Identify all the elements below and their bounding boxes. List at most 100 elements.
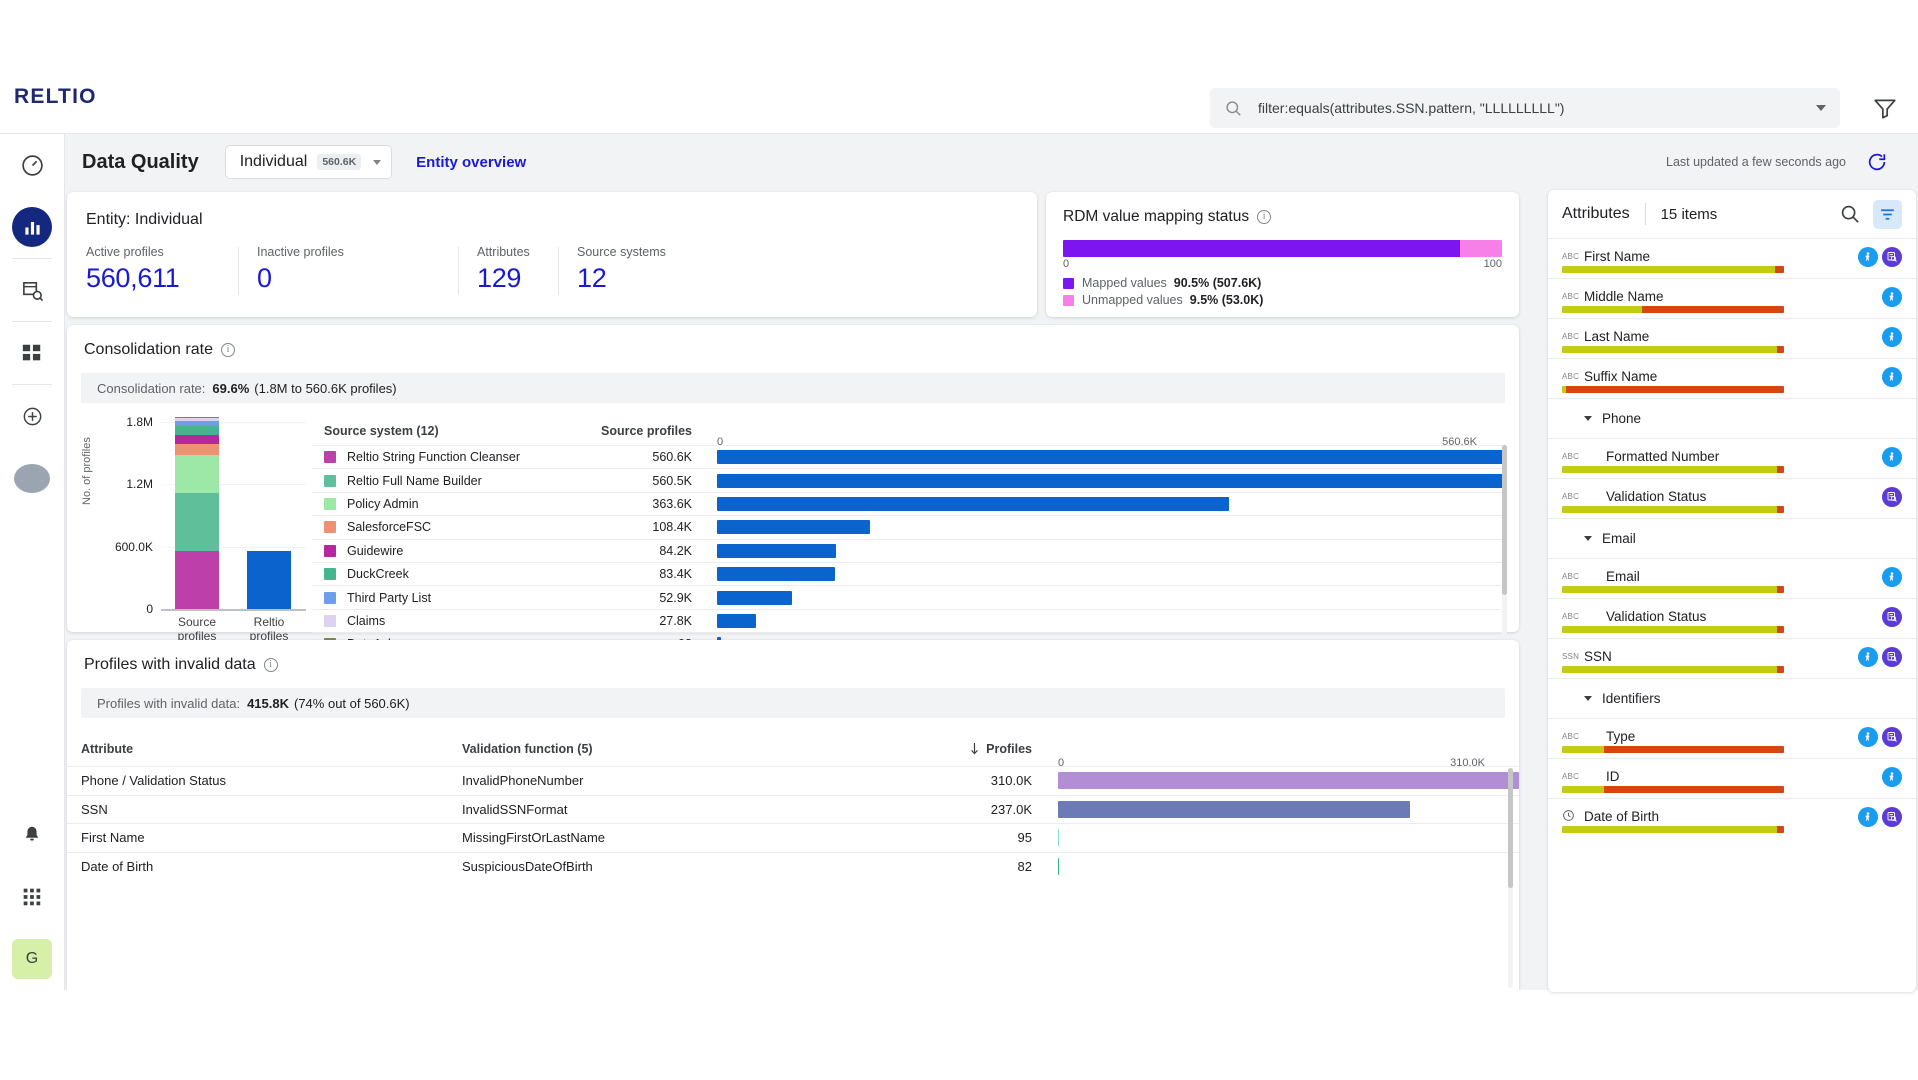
inspect-icon[interactable] — [1882, 647, 1902, 667]
consolidation-summary: Consolidation rate: 69.6% (1.8M to 560.6… — [81, 373, 1505, 403]
attribute-row[interactable]: Date of Birth — [1548, 798, 1916, 838]
attribute-group-phone[interactable]: Phone — [1548, 398, 1916, 438]
attribute-group-label: Email — [1602, 531, 1636, 546]
inspect-icon[interactable] — [1882, 607, 1902, 627]
chevron-down-icon[interactable] — [1816, 105, 1826, 111]
profile-icon[interactable] — [1858, 727, 1878, 747]
filter-icon[interactable] — [1872, 95, 1898, 121]
attribute-row-top: SSNSSN — [1562, 647, 1902, 666]
validation-cell: InvalidPhoneNumber — [462, 773, 912, 788]
attribute-row[interactable]: ABCEmail — [1548, 558, 1916, 598]
reltio-bar — [247, 551, 291, 609]
search-icon[interactable] — [1839, 203, 1861, 225]
sidebar-item-analytics[interactable] — [0, 196, 65, 258]
profile-icon[interactable] — [1858, 647, 1878, 667]
table-row[interactable]: Policy Admin363.6K — [312, 492, 1507, 515]
legend-swatch — [324, 451, 336, 463]
attribute-row[interactable]: ABCValidation Status — [1548, 598, 1916, 638]
sidebar-item-profile[interactable] — [0, 447, 65, 509]
scrollbar-thumb[interactable] — [1508, 768, 1513, 888]
sidebar-item-dashboard[interactable] — [0, 134, 65, 196]
add-circle-icon — [21, 405, 44, 428]
table-row[interactable]: Guidewire84.2K — [312, 539, 1507, 562]
table-row[interactable]: Third Party List52.9K — [312, 585, 1507, 608]
attribute-row[interactable]: ABCType — [1548, 718, 1916, 758]
profile-icon[interactable] — [1882, 767, 1902, 787]
sidebar-item-add[interactable] — [0, 385, 65, 447]
source-bar-cell — [692, 474, 1507, 488]
attribute-row[interactable]: ABCFormatted Number — [1548, 438, 1916, 478]
table-row[interactable]: Claims27.8K — [312, 609, 1507, 632]
refresh-icon[interactable] — [1866, 151, 1888, 173]
profile-icon[interactable] — [1882, 367, 1902, 387]
attribute-row[interactable]: ABCLast Name — [1548, 318, 1916, 358]
profile-icon[interactable] — [1882, 447, 1902, 467]
sidebar-item-data-explorer[interactable] — [0, 259, 65, 321]
table-row[interactable]: Reltio Full Name Builder560.5K — [312, 468, 1507, 491]
search-input[interactable]: filter:equals(attributes.SSN.pattern, "L… — [1210, 88, 1840, 128]
inspect-icon[interactable] — [1882, 727, 1902, 747]
bar — [717, 544, 836, 558]
table-row[interactable]: SalesforceFSC108.4K — [312, 515, 1507, 538]
table-row[interactable]: First NameMissingFirstOrLastName95 — [67, 823, 1519, 852]
attribute-group-email[interactable]: Email — [1548, 518, 1916, 558]
attribute-row[interactable]: ABCValidation Status — [1548, 478, 1916, 518]
table-row[interactable]: SSNInvalidSSNFormat237.0K — [67, 795, 1519, 824]
filter-button[interactable] — [1873, 200, 1902, 229]
table-row[interactable]: Reltio String Function Cleanser560.6K — [312, 445, 1507, 468]
user-avatar-item[interactable]: G — [0, 928, 65, 990]
table-row[interactable]: DuckCreek83.4K — [312, 562, 1507, 585]
inspect-icon[interactable] — [1882, 807, 1902, 827]
legend-swatch — [324, 475, 336, 487]
chart-bar-source-profiles[interactable] — [161, 417, 233, 609]
profile-icon[interactable] — [1882, 287, 1902, 307]
profile-icon[interactable] — [1858, 247, 1878, 267]
sidebar-item-apps[interactable] — [0, 322, 65, 384]
attribute-row[interactable]: SSNSSN — [1548, 638, 1916, 678]
attribute-row[interactable]: ABCMiddle Name — [1548, 278, 1916, 318]
source-profiles-cell: 52.9K — [597, 591, 692, 605]
entity-overview-link[interactable]: Entity overview — [416, 154, 526, 171]
info-icon[interactable]: i — [221, 343, 235, 357]
consolidation-title: Consolidation rate — [84, 341, 213, 359]
source-table-body: Reltio String Function Cleanser560.6KRel… — [312, 445, 1507, 656]
inspect-icon[interactable] — [1882, 487, 1902, 507]
chart-bar-reltio-profiles[interactable] — [233, 417, 305, 609]
column-header-validation[interactable]: Validation function (5) — [462, 742, 912, 756]
column-header-profiles[interactable]: Profiles — [912, 742, 1032, 756]
stat-label: Inactive profiles — [257, 245, 458, 259]
table-row[interactable]: Date of BirthSuspiciousDateOfBirth82 — [67, 852, 1519, 881]
inspect-icon[interactable] — [1882, 247, 1902, 267]
type-icon-text: ABC — [1562, 772, 1579, 781]
info-icon[interactable]: i — [1257, 210, 1271, 224]
rdm-mapped-segment — [1063, 240, 1460, 257]
scrollbar-thumb[interactable] — [1502, 445, 1507, 595]
profile-icon[interactable] — [1858, 807, 1878, 827]
source-table-scrollbar[interactable] — [1502, 445, 1507, 643]
attribute-row[interactable]: ABCSuffix Name — [1548, 358, 1916, 398]
apps-grid-icon — [21, 342, 43, 364]
sidebar-item-notifications[interactable] — [0, 804, 65, 866]
column-header-source-profiles: Source profiles — [597, 424, 692, 438]
source-bar-cell — [692, 614, 1507, 628]
attribute-group-identifiers[interactable]: Identifiers — [1548, 678, 1916, 718]
entity-selector[interactable]: Individual 560.6K — [225, 145, 392, 179]
consolidation-rate-card: Consolidation rate i Consolidation rate:… — [67, 325, 1519, 632]
attribute-row[interactable]: ABCFirst Name — [1548, 238, 1916, 278]
attribute-type-icon: ABC — [1562, 292, 1584, 301]
profiles-with-invalid-data-card: Profiles with invalid data i Profiles wi… — [67, 640, 1519, 990]
sidebar-item-app-switcher[interactable] — [0, 866, 65, 928]
profile-icon[interactable] — [1882, 567, 1902, 587]
consolidation-summary-value: 69.6% — [212, 381, 249, 396]
attribute-quality-bar — [1562, 786, 1784, 793]
attribute-row[interactable]: ABCID — [1548, 758, 1916, 798]
column-header-attribute[interactable]: Attribute — [67, 742, 462, 756]
column-header-source-system: Source system (12) — [312, 424, 597, 438]
profile-icon[interactable] — [1882, 327, 1902, 347]
quality-good-segment — [1562, 306, 1642, 313]
info-icon[interactable]: i — [264, 658, 278, 672]
table-row[interactable]: Phone / Validation StatusInvalidPhoneNum… — [67, 766, 1519, 795]
attribute-row-top: ABCID — [1562, 767, 1902, 786]
attribute-row-top: Date of Birth — [1562, 807, 1902, 826]
invalid-table-scrollbar[interactable] — [1508, 768, 1513, 988]
